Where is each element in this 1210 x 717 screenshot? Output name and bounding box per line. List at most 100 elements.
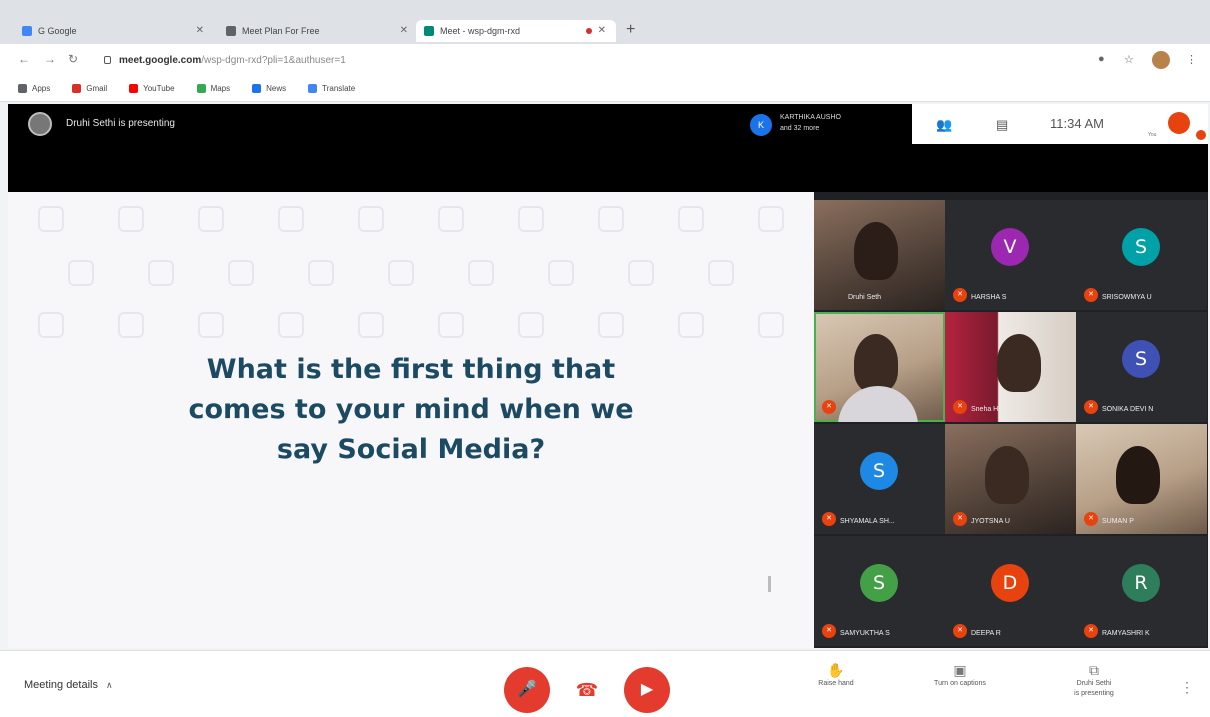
participant-name: HARSHA S: [971, 294, 1007, 301]
camera-icon[interactable]: ●: [1098, 53, 1105, 65]
slide-scrollbar[interactable]: [768, 576, 771, 592]
presenting-label: is presenting: [1074, 690, 1114, 697]
participant-tile[interactable]: R ✕ RAMYASHRI K: [1076, 536, 1207, 646]
close-icon[interactable]: ✕: [598, 25, 606, 36]
news-icon: [252, 84, 262, 93]
meet-favicon-icon: [424, 26, 434, 36]
menu-kebab-icon[interactable]: ⋮: [1186, 53, 1197, 66]
participant-name: Sneha H: [971, 406, 999, 413]
bookmark-label: Apps: [32, 84, 51, 93]
people-icon[interactable]: 👥: [936, 117, 952, 133]
participants-avatar: K: [750, 114, 772, 136]
participant-tile[interactable]: S ✕ SAMYUKTHA S: [814, 536, 945, 646]
mic-off-icon: ✕: [1084, 288, 1098, 302]
participant-tile[interactable]: Druhi Seth: [814, 200, 945, 310]
participants-name: KARTHIKA AUSHO: [780, 114, 841, 121]
mic-off-icon: ✕: [1084, 400, 1098, 414]
forward-icon[interactable]: →: [44, 52, 56, 66]
more-options-icon[interactable]: ⋮: [1180, 679, 1194, 696]
mic-off-icon: ✕: [822, 624, 836, 638]
google-favicon-icon: [22, 26, 32, 36]
url-host: meet.google.com: [119, 54, 202, 66]
hand-icon: ✋: [827, 662, 845, 678]
mic-toggle-button[interactable]: 🎤: [504, 667, 550, 713]
presenting-button[interactable]: ⧉ Druhi Sethi is presenting: [1044, 663, 1144, 699]
mic-off-icon: ✕: [1084, 512, 1098, 526]
participant-name: SONIKA DEVI N: [1102, 406, 1154, 413]
participant-tile[interactable]: ✕ SUMAN P: [1076, 424, 1207, 534]
participant-grid: Druhi Seth V ✕ HARSHA S S ✕ SRISOWMYA U …: [814, 192, 1208, 648]
participant-tile[interactable]: ✕: [814, 312, 945, 422]
tab-google[interactable]: G Google ✕: [14, 20, 214, 42]
chevron-up-icon: ∧: [106, 680, 113, 690]
bookmark-translate[interactable]: Translate: [308, 84, 355, 93]
participant-name: SUMAN P: [1102, 518, 1134, 525]
close-icon[interactable]: ✕: [196, 25, 204, 36]
leave-call-button[interactable]: ☎: [564, 667, 610, 713]
captions-button[interactable]: ▣ Turn on captions: [910, 663, 1010, 689]
apps-icon: [18, 84, 27, 93]
presenter-avatar: [28, 112, 52, 136]
tab-meet-plan[interactable]: Meet Plan For Free ✕: [218, 20, 418, 42]
star-icon[interactable]: ☆: [1124, 53, 1134, 66]
bookmark-news[interactable]: News: [252, 84, 286, 93]
participant-tile[interactable]: S ✕ SHYAMALA SH...: [814, 424, 945, 534]
new-tab-button[interactable]: +: [626, 21, 635, 39]
mic-off-icon: ✕: [953, 624, 967, 638]
bookmark-label: Maps: [210, 84, 231, 93]
recording-dot-icon: [586, 28, 592, 34]
participants-summary[interactable]: KARTHIKA AUSHO and 32 more: [780, 112, 890, 134]
mic-off-icon: ✕: [822, 400, 836, 414]
participant-video: [997, 334, 1041, 392]
browser-toolbar: ← → ↻ meet.google.com /wsp-dgm-rxd?pli=1…: [0, 44, 1210, 76]
mic-off-icon: ✕: [953, 512, 967, 526]
close-icon[interactable]: ✕: [400, 25, 408, 36]
participant-tile[interactable]: V ✕ HARSHA S: [945, 200, 1076, 310]
participant-tile[interactable]: ✕ Sneha H: [945, 312, 1076, 422]
mic-off-icon: ✕: [953, 400, 967, 414]
bookmark-gmail[interactable]: Gmail: [72, 84, 107, 93]
participant-tile[interactable]: D ✕ DEEPA R: [945, 536, 1076, 646]
meet-header: Druhi Sethi is presenting K KARTHIKA AUS…: [8, 104, 1208, 192]
reload-icon[interactable]: ↻: [68, 52, 78, 66]
tab-title: G Google: [38, 26, 77, 36]
participant-avatar: S: [860, 564, 898, 602]
tab-title: Meet - wsp-dgm-rxd: [440, 26, 521, 36]
back-icon[interactable]: ←: [18, 52, 30, 66]
meet-favicon-icon: [226, 26, 236, 36]
bookmark-youtube[interactable]: YouTube: [129, 84, 175, 93]
participant-body: [838, 386, 918, 422]
bookmark-maps[interactable]: Maps: [196, 84, 231, 93]
self-avatar[interactable]: [1168, 112, 1190, 134]
meeting-details-button[interactable]: Meeting details ∧: [24, 679, 113, 691]
lock-icon: [104, 56, 111, 64]
participants-count: and 32 more: [780, 125, 820, 132]
presenter-status: Druhi Sethi is presenting: [66, 118, 175, 129]
presenting-label: Druhi Sethi: [1076, 680, 1112, 687]
participant-name: JYOTSNA U: [971, 518, 1010, 525]
bookmark-apps[interactable]: Apps: [18, 84, 50, 93]
translate-icon: [308, 84, 318, 93]
participant-avatar: R: [1122, 564, 1160, 602]
browser-tab-strip: G Google ✕ Meet Plan For Free ✕ Meet - w…: [0, 0, 1210, 44]
camera-toggle-button[interactable]: ▶: [624, 667, 670, 713]
participant-tile[interactable]: S ✕ SONIKA DEVI N: [1076, 312, 1207, 422]
tab-meet-active[interactable]: Meet - wsp-dgm-rxd ✕: [416, 20, 616, 42]
participant-tile[interactable]: ✕ JYOTSNA U: [945, 424, 1076, 534]
address-bar[interactable]: meet.google.com /wsp-dgm-rxd?pli=1&authu…: [96, 49, 1096, 71]
participant-name: SHYAMALA SH...: [840, 518, 895, 525]
slide-question-line: What is the first thing that: [206, 354, 616, 385]
raise-hand-button[interactable]: ✋ Raise hand: [786, 662, 886, 689]
participant-name: RAMYASHRI K: [1102, 630, 1150, 637]
mic-off-icon: ✕: [953, 288, 967, 302]
participant-tile[interactable]: S ✕ SRISOWMYA U: [1076, 200, 1207, 310]
tab-title: Meet Plan For Free: [242, 26, 320, 36]
clock: 11:34 AM: [1050, 116, 1104, 131]
chat-icon[interactable]: ▤: [996, 117, 1008, 133]
participant-name: Druhi Seth: [848, 294, 882, 301]
profile-avatar[interactable]: [1152, 51, 1170, 69]
participant-avatar: V: [991, 228, 1029, 266]
bookmark-label: YouTube: [143, 84, 175, 93]
slide-background-pattern: [8, 192, 814, 352]
bookmark-label: Gmail: [86, 84, 108, 93]
